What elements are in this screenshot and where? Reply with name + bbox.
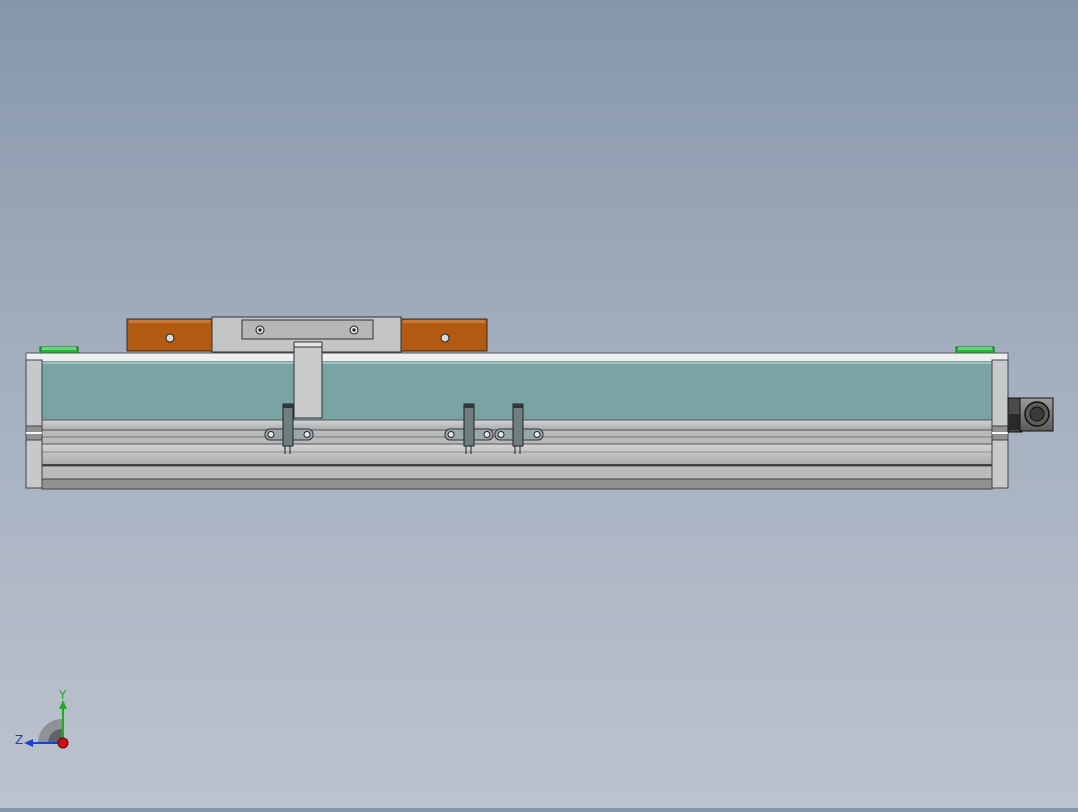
- z-axis-label: Z: [15, 733, 23, 747]
- y-axis-label: Y: [58, 688, 67, 702]
- orientation-triad: Y Z: [10, 686, 80, 756]
- carriage-block-right: [400, 318, 488, 352]
- motor-coupling: [1007, 397, 1054, 433]
- model-drawing[interactable]: [0, 0, 1078, 808]
- x-axis-origin: [57, 737, 69, 749]
- carriage-bracket: [293, 341, 323, 419]
- end-cap-left: [25, 359, 43, 489]
- cad-graphics-viewport[interactable]: Y Z: [0, 0, 1078, 808]
- end-cap-right: [991, 359, 1009, 489]
- carriage-block-left: [126, 318, 213, 352]
